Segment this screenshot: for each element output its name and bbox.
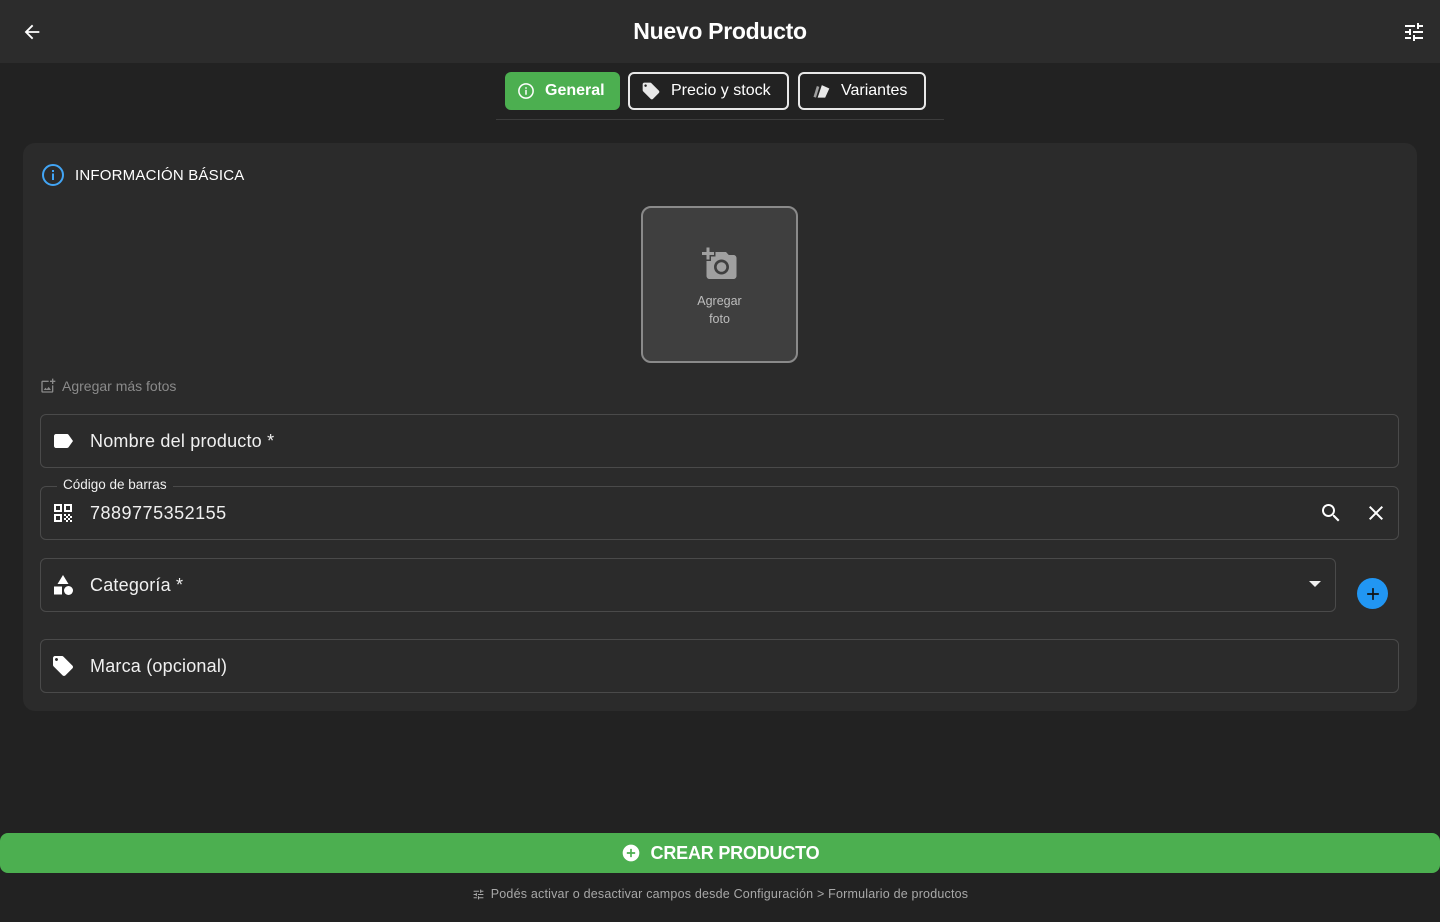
add-photo-alternate-icon <box>41 378 56 393</box>
barcode-field[interactable]: Código de barras 7889775352155 <box>40 477 1399 540</box>
create-product-label: CREAR PRODUCTO <box>650 842 820 863</box>
settings-hint-text: Podés activar o desactivar campos desde … <box>490 887 969 901</box>
info-icon <box>42 164 64 186</box>
app-bar: Nuevo Producto <box>0 0 1440 63</box>
barcode-label: Código de barras <box>57 477 173 492</box>
section-title: INFORMACIÓN BÁSICA <box>75 166 245 184</box>
add-photo-button[interactable]: Agregar foto <box>641 206 798 363</box>
info-icon <box>517 82 535 100</box>
tag-icon <box>51 654 75 678</box>
close-icon[interactable] <box>1364 501 1388 530</box>
tab-bar: General Precio y stock Variantes <box>496 63 944 120</box>
category-placeholder: Categoría * <box>90 574 184 595</box>
tag-icon <box>641 81 661 101</box>
add-photo-line1: Agregar <box>697 294 742 308</box>
tune-icon <box>1405 23 1423 41</box>
label-icon <box>51 429 75 453</box>
create-product-button[interactable]: CREAR PRODUCTO <box>0 833 1440 873</box>
settings-button[interactable] <box>1398 16 1430 48</box>
product-name-field[interactable]: Nombre del producto * <box>40 414 1399 468</box>
tune-icon <box>472 888 485 901</box>
add-photo-line2: foto <box>709 312 730 326</box>
search-icon[interactable] <box>1319 501 1343 530</box>
chevron-down-icon[interactable] <box>1309 581 1321 587</box>
basic-info-card: INFORMACIÓN BÁSICA Agregar foto Agregar … <box>23 143 1417 711</box>
tab-precio-stock[interactable]: Precio y stock <box>628 72 789 110</box>
plus-icon <box>1366 587 1379 600</box>
tab-general-label: General <box>545 82 605 99</box>
page-title: Nuevo Producto <box>633 18 807 44</box>
tab-variantes-label: Variantes <box>841 82 908 99</box>
barcode-value: 7889775352155 <box>90 502 227 523</box>
product-name-placeholder: Nombre del producto * <box>90 430 275 451</box>
add-photo-label: Agregar foto <box>643 292 796 328</box>
add-circle-icon <box>621 843 641 863</box>
qr-code-icon <box>51 501 75 525</box>
brand-field[interactable]: Marca (opcional) <box>40 639 1399 693</box>
category-select[interactable]: Categoría * <box>40 558 1336 612</box>
tab-general[interactable]: General <box>505 72 620 110</box>
brand-placeholder: Marca (opcional) <box>90 655 228 676</box>
add-more-photos-label: Agregar más fotos <box>62 378 177 394</box>
category-icon <box>51 573 75 597</box>
tab-variantes[interactable]: Variantes <box>798 72 926 110</box>
variants-icon <box>811 81 831 101</box>
add-more-photos-link[interactable]: Agregar más fotos <box>40 378 176 394</box>
settings-hint: Podés activar o desactivar campos desde … <box>0 887 1440 901</box>
section-header: INFORMACIÓN BÁSICA <box>41 163 244 187</box>
tab-precio-label: Precio y stock <box>671 82 771 99</box>
add-category-button[interactable] <box>1357 578 1388 609</box>
add-photo-icon <box>702 247 737 279</box>
